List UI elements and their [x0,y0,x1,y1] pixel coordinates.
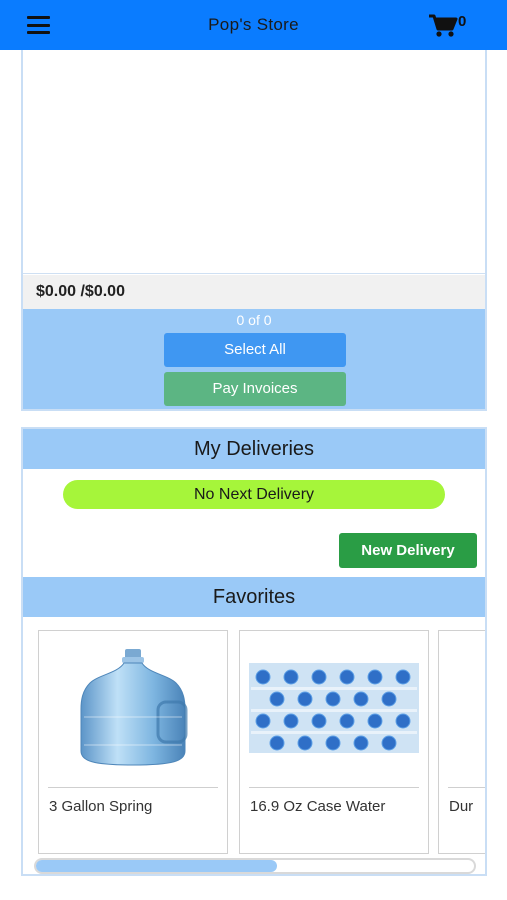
favorite-name: 3 Gallon Spring [49,798,153,815]
invoice-total-row: $0.00 /$0.00 [23,275,485,309]
favorites-carousel[interactable]: 3 Gallon Spring 16.9 Oz Case Water Dur [23,617,485,854]
card-divider [48,787,218,788]
new-delivery-button[interactable]: New Delivery [339,533,477,568]
invoice-list[interactable] [23,50,485,274]
my-deliveries-header: My Deliveries [23,429,485,469]
invoice-actions: 0 of 0 Select All Pay Invoices [23,309,485,409]
favorites-scrollbar-thumb[interactable] [36,860,277,872]
shopping-cart-icon [429,14,458,37]
select-all-button[interactable]: Select All [164,333,346,367]
next-delivery-status: No Next Delivery [63,480,445,509]
favorites-header: Favorites [23,577,485,617]
invoice-panel: $0.00 /$0.00 0 of 0 Select All Pay Invoi… [21,50,487,411]
favorite-card[interactable]: 3 Gallon Spring [38,630,228,854]
top-app-bar: Pop's Store 0 [0,0,507,50]
favorites-scrollbar[interactable] [34,858,476,874]
favorite-name: Dur [449,798,474,815]
water-jug-image [80,649,188,766]
card-divider [448,787,485,788]
card-divider [249,787,419,788]
deliveries-panel: My Deliveries No Next Delivery New Deliv… [21,427,487,876]
favorite-card[interactable]: 16.9 Oz Case Water [239,630,429,854]
selected-invoice-count: 0 of 0 [236,312,272,328]
water-bottles-image [249,663,419,753]
cart-button[interactable]: 0 [428,12,473,40]
cart-count-badge: 0 [458,13,467,30]
favorite-card[interactable]: Dur [438,630,485,854]
favorite-name: 16.9 Oz Case Water [250,798,386,815]
invoice-total: $0.00 /$0.00 [36,283,125,300]
pay-invoices-button[interactable]: Pay Invoices [164,372,346,406]
